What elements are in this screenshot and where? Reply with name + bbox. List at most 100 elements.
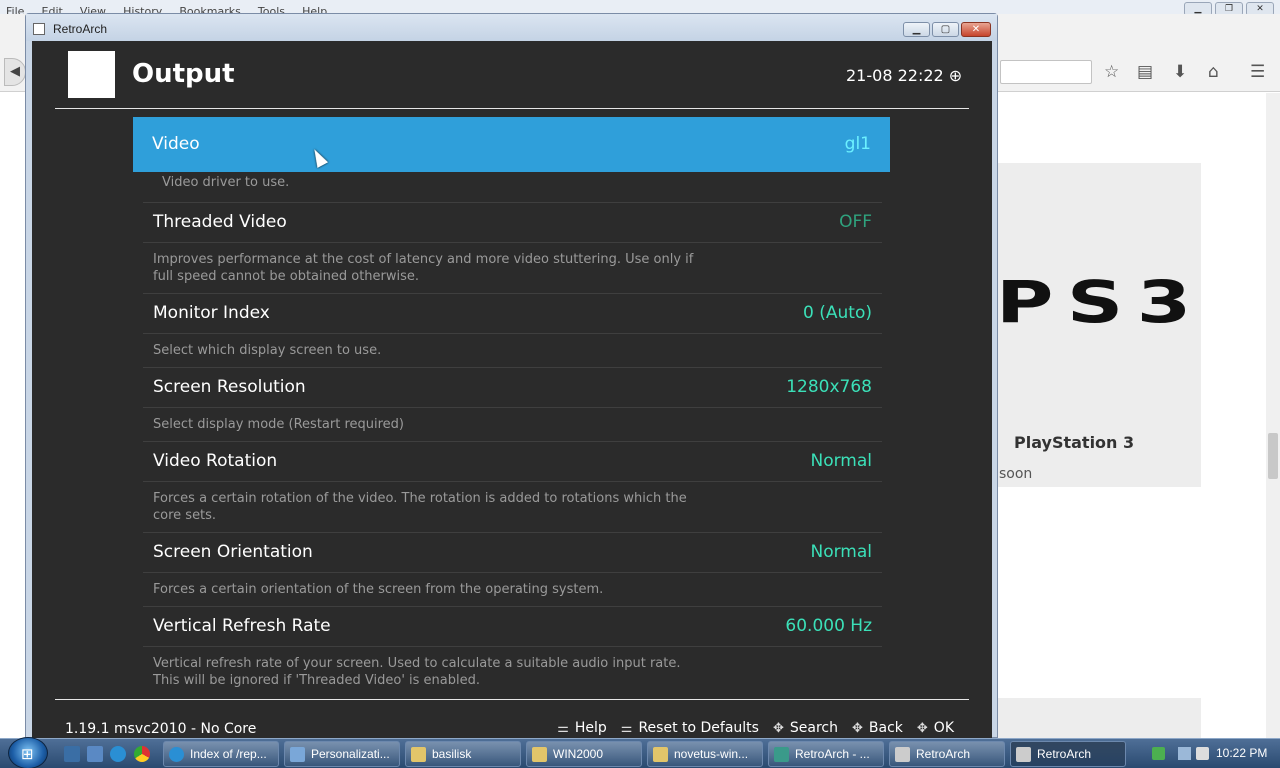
setting-description: Improves performance at the cost of late… <box>143 243 882 294</box>
browser-menubar: File Edit View History Bookmarks Tools H… <box>0 0 1280 14</box>
explorer-icon[interactable] <box>87 746 103 762</box>
retroarch-icon <box>895 747 910 762</box>
close-button[interactable]: ✕ <box>961 22 991 37</box>
star-icon[interactable]: ☆ <box>1104 62 1119 82</box>
setting-label: Threaded Video <box>153 212 287 232</box>
setting-description: Forces a certain rotation of the video. … <box>143 482 882 533</box>
setting-video-rotation[interactable]: Video Rotation Normal Forces a certain r… <box>133 442 890 533</box>
setting-label: Screen Orientation <box>153 542 313 562</box>
home-icon[interactable]: ⌂ <box>1208 62 1219 82</box>
browser-search-input[interactable] <box>1000 60 1092 84</box>
setting-row[interactable]: Video gl1 <box>133 117 890 172</box>
hint-label: Reset to Defaults <box>638 720 759 736</box>
setting-vertical-refresh-rate[interactable]: Vertical Refresh Rate 60.000 Hz Vertical… <box>133 607 890 697</box>
setting-video[interactable]: Video gl1 Video driver to use. <box>133 117 890 203</box>
hint-reset[interactable]: ⚌ Reset to Defaults <box>621 720 759 736</box>
hint-ok[interactable]: ✥ OK <box>917 720 954 736</box>
task-label: basilisk <box>432 747 472 761</box>
hint-label: Back <box>868 720 903 736</box>
setting-value: Normal <box>810 542 872 562</box>
task-label: Index of /rep... <box>190 747 267 761</box>
setting-row[interactable]: Screen Resolution 1280x768 <box>143 368 882 407</box>
start-button-icon: ⚌ <box>620 720 633 736</box>
hint-search[interactable]: ✥ Search <box>773 720 838 736</box>
task-label: RetroArch - ... <box>795 747 870 761</box>
network-icon[interactable] <box>1178 747 1191 760</box>
page-title: Output <box>132 59 235 89</box>
ps3-logo: PS3 <box>996 268 1205 336</box>
window-controls: ▁ ▢ ✕ <box>903 22 991 37</box>
setting-description: Video driver to use. <box>143 172 882 203</box>
setting-row[interactable]: Monitor Index 0 (Auto) <box>143 294 882 333</box>
setting-label: Video <box>152 134 200 154</box>
header-divider <box>55 108 969 109</box>
setting-value: 60.000 Hz <box>785 616 872 636</box>
control-hints: ⚌ Help ⚌ Reset to Defaults ✥ Search ✥ Back ✥… <box>557 720 954 736</box>
setting-value: gl1 <box>844 134 871 154</box>
setting-row[interactable]: Threaded Video OFF <box>143 203 882 242</box>
security-icon[interactable] <box>1152 747 1165 760</box>
task-retroarch-1[interactable]: RetroArch - ... <box>768 741 884 767</box>
setting-label: Vertical Refresh Rate <box>153 616 331 636</box>
setting-monitor-index[interactable]: Monitor Index 0 (Auto) Select which disp… <box>133 294 890 368</box>
clock: 21-08 22:22 ⊕ <box>846 66 963 85</box>
setting-label: Screen Resolution <box>153 377 306 397</box>
task-personalization[interactable]: Personalizati... <box>284 741 400 767</box>
setting-threaded-video[interactable]: Threaded Video OFF Improves performance … <box>133 203 890 294</box>
setting-row[interactable]: Vertical Refresh Rate 60.000 Hz <box>143 607 882 646</box>
menu-file[interactable]: File <box>0 2 30 14</box>
volume-muted-icon[interactable] <box>1196 747 1209 760</box>
task-win2000[interactable]: WIN2000 <box>526 741 642 767</box>
minimize-button[interactable]: ▁ <box>903 22 930 37</box>
ie-icon <box>169 747 184 762</box>
select-button-icon: ⚌ <box>557 720 569 736</box>
setting-label: Video Rotation <box>153 451 278 471</box>
folder-icon <box>411 747 426 762</box>
reading-list-icon[interactable]: ▤ <box>1137 62 1153 82</box>
hint-label: Search <box>789 720 838 736</box>
settings-list: Video gl1 Video driver to use. Threaded … <box>133 117 890 697</box>
menu-footer: 1.19.1 msvc2010 - No Core ⚌ Help ⚌ Reset t… <box>32 701 992 739</box>
footer-divider <box>55 699 969 700</box>
setting-screen-orientation[interactable]: Screen Orientation Normal Forces a certa… <box>133 533 890 607</box>
gamepad-button-icon: ✥ <box>851 720 863 736</box>
gamepad-button-icon: ✥ <box>916 720 928 736</box>
hint-label: Help <box>574 720 607 736</box>
hint-help[interactable]: ⚌ Help <box>557 720 607 736</box>
next-card[interactable] <box>996 698 1201 738</box>
hint-label: OK <box>933 720 954 736</box>
setting-row[interactable]: Screen Orientation Normal <box>143 533 882 572</box>
taskbar-clock[interactable]: 10:22 PM <box>1216 746 1267 760</box>
taskbar: ⊞ Index of /rep... Personalizati... basi… <box>0 737 1280 768</box>
hint-back[interactable]: ✥ Back <box>852 720 903 736</box>
task-novetus[interactable]: novetus-win... <box>647 741 763 767</box>
ps3-card-title: PlayStation 3 <box>1014 433 1135 452</box>
folder-icon <box>653 747 668 762</box>
task-index-of-rep[interactable]: Index of /rep... <box>163 741 279 767</box>
setting-value: Normal <box>810 451 872 471</box>
setting-value: 0 (Auto) <box>803 303 872 323</box>
setting-description: Select display mode (Restart required) <box>143 408 882 442</box>
task-label: RetroArch <box>916 747 971 761</box>
gamepad-button-icon: ✥ <box>772 720 784 736</box>
hamburger-menu-icon[interactable]: ☰ <box>1250 62 1265 82</box>
task-basilisk[interactable]: basilisk <box>405 741 521 767</box>
scrollbar-thumb[interactable] <box>1268 433 1278 479</box>
task-retroarch-2[interactable]: RetroArch <box>889 741 1005 767</box>
maximize-button[interactable]: ▢ <box>932 22 959 37</box>
internet-explorer-icon[interactable] <box>110 746 126 762</box>
ps3-card-subtitle: soon <box>999 466 1033 482</box>
chrome-icon[interactable] <box>134 746 150 762</box>
retroarch-icon <box>1016 747 1031 762</box>
show-desktop-icon[interactable] <box>64 746 80 762</box>
window-titlebar[interactable]: RetroArch ▁ ▢ ✕ <box>26 14 997 41</box>
task-label: novetus-win... <box>674 747 749 761</box>
download-icon[interactable]: ⬇ <box>1173 62 1187 82</box>
browser-scrollbar[interactable] <box>1266 93 1280 738</box>
task-retroarch-3[interactable]: RetroArch <box>1010 741 1126 767</box>
setting-row[interactable]: Video Rotation Normal <box>143 442 882 481</box>
start-button[interactable]: ⊞ <box>8 737 48 768</box>
setting-description: Vertical refresh rate of your screen. Us… <box>143 647 882 697</box>
setting-screen-resolution[interactable]: Screen Resolution 1280x768 Select displa… <box>133 368 890 442</box>
retroarch-window: RetroArch ▁ ▢ ✕ Output 21-08 22:22 ⊕ Vid… <box>25 13 998 739</box>
